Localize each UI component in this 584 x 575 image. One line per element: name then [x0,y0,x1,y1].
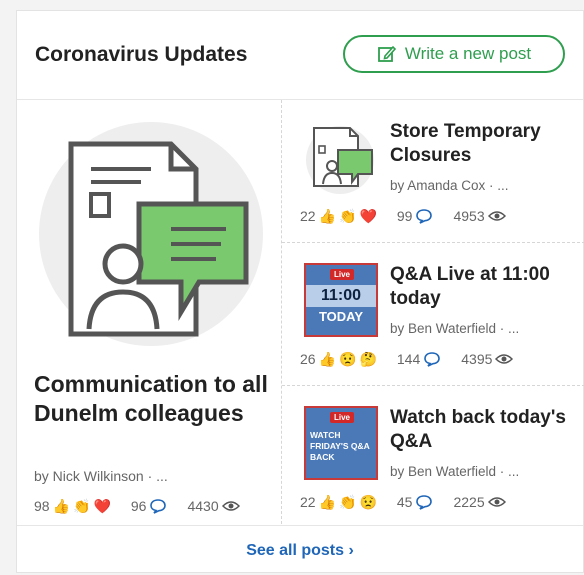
view-count: 4953 [453,208,485,224]
view-count: 4430 [187,498,219,514]
views: 4430 [187,498,240,514]
view-count: 4395 [461,351,493,367]
thumbs-up-icon: 👍 [318,351,337,367]
sad-face-icon: 😟 [359,494,377,510]
post-title[interactable]: Q&A Live at 11:00 today [390,263,575,311]
post-byline: by Ben Waterfield · ... [390,321,520,336]
comment-count: 45 [396,494,413,510]
featured-post-stats: 98 👍 👏 ❤️ 96 4430 [34,498,260,514]
live-time-text: 11:00 [306,285,376,307]
comment-count: 99 [396,208,413,224]
post-item[interactable]: Live 11:00 TODAY Q&A Live at 11:00 today… [282,243,584,385]
comment-count: 96 [130,498,147,514]
watch-back-text: WATCH FRIDAY'S Q&A BACK [310,430,370,462]
thinking-face-icon: 🤔 [359,351,377,367]
card-header: Coronavirus Updates Write a new post [17,11,583,100]
views: 4953 [453,208,506,224]
eye-icon [495,354,514,364]
thumbs-up-icon: 👍 [318,208,337,224]
live-badge: Live [330,412,354,423]
views: 2225 [453,494,506,510]
live-qa-thumbnail: Live 11:00 TODAY [304,263,378,337]
comments[interactable]: 99 [397,208,434,224]
reactions[interactable]: 98 👍 👏 ❤️ [34,498,111,514]
watch-back-thumbnail: Live WATCH FRIDAY'S Q&A BACK [304,406,378,480]
reactions[interactable]: 26 👍 😟 🤔 [300,351,377,367]
eye-icon [487,211,506,221]
reaction-count: 22 [300,208,316,224]
heart-icon: ❤️ [359,208,377,224]
post-list: Store Temporary Closures by Amanda Cox ·… [282,100,584,524]
post-item[interactable]: Store Temporary Closures by Amanda Cox ·… [282,100,584,242]
eye-icon [221,501,240,511]
comment-icon [150,499,167,514]
comments[interactable]: 96 [131,498,168,514]
write-new-post-button[interactable]: Write a new post [343,35,565,73]
comments[interactable]: 144 [397,351,441,367]
post-byline: by Ben Waterfield · ... [390,464,520,479]
card-footer: See all posts › [17,525,583,575]
post-stats: 22 👍 👏 😟 45 2225 [300,494,526,510]
post-item[interactable]: Live WATCH FRIDAY'S Q&A BACK Watch back … [282,386,584,528]
sad-face-icon: 😟 [339,351,357,367]
view-count: 2225 [453,494,485,510]
document-chat-thumbnail [306,126,374,194]
clap-icon: 👏 [339,494,357,510]
comment-icon [416,495,433,510]
featured-post-title[interactable]: Communication to all Dunelm colleagues [34,370,274,428]
reactions[interactable]: 22 👍 👏 ❤️ [300,208,377,224]
post-title[interactable]: Store Temporary Closures [390,120,575,168]
featured-post-byline: by Nick Wilkinson · ... [34,468,168,484]
reaction-count: 26 [300,351,316,367]
reactions[interactable]: 22 👍 👏 😟 [300,494,377,510]
thumbs-up-icon: 👍 [52,498,71,514]
views: 4395 [461,351,514,367]
thumbs-up-icon: 👍 [318,494,337,510]
post-stats: 26 👍 😟 🤔 144 4395 [300,351,533,367]
clap-icon: 👏 [339,208,357,224]
comment-icon [416,209,433,224]
write-new-post-label: Write a new post [404,44,532,63]
communication-illustration [39,122,263,346]
comment-icon [424,352,441,367]
comments[interactable]: 45 [397,494,434,510]
live-today-text: TODAY [318,309,364,324]
coronavirus-updates-card: Coronavirus Updates Write a new post Com… [16,10,584,573]
post-stats: 22 👍 👏 ❤️ 99 4953 [300,208,526,224]
see-all-posts-link[interactable]: See all posts › [246,542,354,560]
featured-post[interactable]: Communication to all Dunelm colleagues b… [17,100,281,524]
post-byline: by Amanda Cox · ... [390,178,509,193]
live-badge: Live [330,269,354,280]
comment-count: 144 [396,351,421,367]
edit-icon [377,45,396,62]
clap-icon: 👏 [73,498,91,514]
post-title[interactable]: Watch back today's Q&A [390,406,575,454]
eye-icon [487,497,506,507]
reaction-count: 98 [34,498,50,514]
reaction-count: 22 [300,494,316,510]
heart-icon: ❤️ [93,498,111,514]
card-title: Coronavirus Updates [35,43,248,66]
